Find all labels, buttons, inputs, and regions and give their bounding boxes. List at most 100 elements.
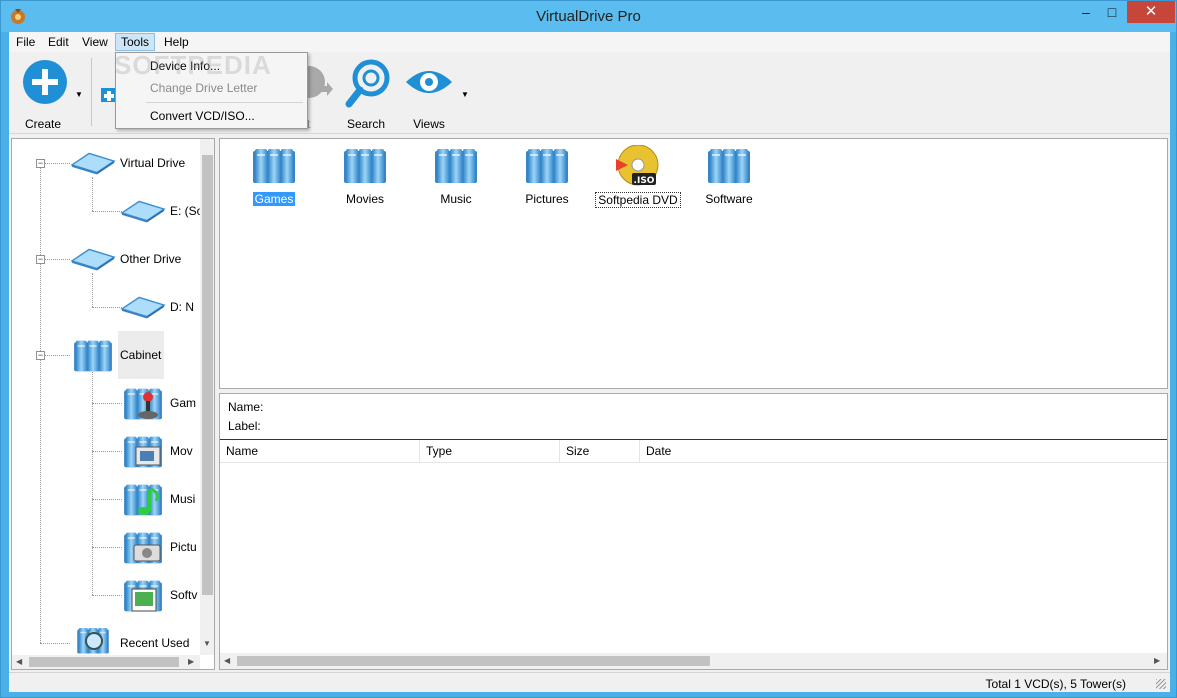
cabinet-icon-view: Games Movies Music Pictures .ISO Softped… — [219, 138, 1168, 389]
cabinet-label-software: Software — [705, 192, 753, 206]
softpedia-watermark: SOFTPEDIA — [114, 50, 272, 80]
tree-panel: − − − Virtual Drive E: (So Other Drive D… — [11, 138, 215, 670]
tree-node-other-drive[interactable]: Other Drive — [120, 248, 181, 270]
cabinet-item-softpedia-dvd[interactable]: .ISO Softpedia DVD — [593, 144, 683, 208]
software-tower-icon — [705, 145, 753, 185]
tree-node-virtual-drive[interactable]: Virtual Drive — [120, 152, 185, 174]
scroll-down-icon[interactable]: ▼ — [203, 639, 211, 648]
drive-d-icon — [120, 295, 166, 319]
games-joystick-icon — [120, 385, 166, 421]
details-panel: Name: Label: Name Type Size Date ◀ ▶ — [219, 393, 1168, 670]
minimize-button[interactable]: – — [1073, 1, 1099, 23]
cabinet-label-movies: Movies — [345, 192, 384, 206]
music-note-icon — [120, 481, 166, 517]
column-size[interactable]: Size — [560, 440, 640, 463]
menu-convert-vcd-iso[interactable]: Convert VCD/ISO... — [117, 105, 306, 127]
plus-circle-icon — [23, 60, 67, 104]
tree-line — [92, 499, 122, 500]
status-text: Total 1 VCD(s), 5 Tower(s) — [985, 677, 1126, 691]
menu-tools[interactable]: Tools — [115, 33, 156, 51]
pictures-camera-icon — [120, 529, 166, 565]
list-horizontal-scroll-thumb[interactable] — [237, 656, 710, 666]
menu-bar: File Edit View Tools Help — [9, 32, 1170, 52]
client-area: File Edit View Tools Help Create ▼ Searc… — [9, 32, 1170, 692]
tree-line — [92, 307, 122, 308]
close-button[interactable]: ✕ — [1127, 1, 1175, 23]
recent-used-icon — [70, 625, 116, 655]
tree-horizontal-scroll-thumb[interactable] — [29, 657, 179, 667]
list-scroll-left-icon[interactable]: ◀ — [224, 656, 230, 665]
maximize-button[interactable]: □ — [1099, 1, 1125, 23]
cabinet-item-games[interactable]: Games — [234, 145, 314, 206]
views-label: Views — [413, 117, 445, 131]
menu-separator — [146, 102, 303, 103]
search-icon — [345, 59, 390, 108]
tree-line — [40, 643, 70, 644]
expander-other-drive[interactable]: − — [36, 255, 45, 264]
scroll-left-icon[interactable]: ◀ — [16, 657, 22, 666]
menu-edit[interactable]: Edit — [43, 33, 74, 51]
tree-vertical-scroll-thumb[interactable] — [202, 155, 213, 595]
tree-line — [92, 177, 93, 211]
column-date[interactable]: Date — [640, 440, 760, 463]
cabinet-item-software[interactable]: Software — [689, 145, 769, 206]
menu-help[interactable]: Help — [159, 33, 194, 51]
tree-line — [40, 163, 41, 643]
create-button[interactable]: Create — [15, 58, 71, 131]
virtual-drive-icon — [70, 151, 116, 175]
tree-node-drive-d[interactable]: D: N — [170, 296, 194, 318]
name-label: Name: — [228, 400, 264, 414]
list-scroll-right-icon[interactable]: ▶ — [1154, 656, 1160, 665]
tree-vertical-scrollbar[interactable]: ▼ — [200, 139, 214, 655]
list-horizontal-scrollbar[interactable]: ◀ ▶ — [220, 653, 1167, 669]
tree-line — [92, 273, 93, 307]
title-bar[interactable]: VirtualDrive Pro – □ ✕ — [1, 1, 1176, 32]
search-button[interactable]: Search — [341, 58, 391, 131]
menu-file[interactable]: File — [11, 33, 40, 51]
tree-node-movies[interactable]: Mov — [170, 440, 193, 462]
tree-node-pictures[interactable]: Pictu — [170, 536, 197, 558]
scroll-right-icon[interactable]: ▶ — [188, 657, 194, 666]
tree-line — [92, 211, 122, 212]
views-dropdown-arrow-icon[interactable]: ▼ — [461, 90, 469, 99]
expander-virtual-drive[interactable]: − — [36, 159, 45, 168]
tree-line — [92, 547, 122, 548]
tree-node-software[interactable]: Softv — [170, 584, 197, 606]
eye-icon — [406, 71, 452, 93]
tree-line — [92, 595, 122, 596]
cabinet-label-pictures: Pictures — [525, 192, 569, 206]
tree-line — [92, 451, 122, 452]
column-type[interactable]: Type — [420, 440, 560, 463]
software-box-icon — [120, 577, 166, 612]
tree-node-music[interactable]: Musi — [170, 488, 195, 510]
expander-cabinet[interactable]: − — [36, 351, 45, 360]
menu-view[interactable]: View — [77, 33, 113, 51]
tree-horizontal-scrollbar[interactable]: ◀ ▶ — [12, 655, 200, 669]
tree-node-cabinet[interactable]: Cabinet — [120, 344, 161, 366]
pictures-tower-icon — [523, 145, 571, 185]
tree-node-drive-e[interactable]: E: (So — [170, 200, 203, 222]
music-tower-icon — [432, 145, 480, 185]
games-tower-icon — [250, 145, 298, 185]
iso-disc-icon: .ISO — [616, 144, 659, 186]
tree-node-recent-used[interactable]: Recent Used — [120, 632, 189, 654]
iso-badge: .ISO — [634, 176, 655, 186]
cabinet-icon — [70, 337, 116, 373]
file-list-header: Name Type Size Date — [220, 439, 1167, 463]
resize-grip-icon[interactable] — [1156, 679, 1166, 689]
cabinet-label-games: Games — [252, 192, 296, 206]
status-bar: Total 1 VCD(s), 5 Tower(s) — [9, 672, 1170, 692]
views-button[interactable]: Views — [403, 58, 455, 131]
create-dropdown-arrow-icon[interactable]: ▼ — [75, 90, 83, 99]
cabinet-item-music[interactable]: Music — [416, 145, 496, 206]
search-label: Search — [346, 117, 386, 131]
movies-tower-icon — [341, 145, 389, 185]
tree-node-games[interactable]: Gam — [170, 392, 196, 414]
create-label: Create — [24, 117, 62, 131]
cabinet-item-movies[interactable]: Movies — [325, 145, 405, 206]
movies-camera-icon — [120, 433, 166, 469]
column-name[interactable]: Name — [220, 440, 420, 463]
drive-e-icon — [120, 199, 166, 223]
cabinet-item-pictures[interactable]: Pictures — [507, 145, 587, 206]
cabinet-label-softpedia-dvd: Softpedia DVD — [595, 192, 681, 208]
